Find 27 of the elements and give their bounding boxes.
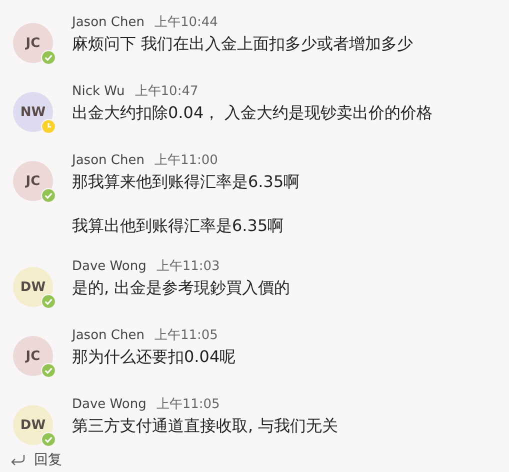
sender-name: Dave Wong: [72, 258, 146, 274]
message-time: 上午11:03: [156, 258, 220, 275]
message-text: 那为什么还要扣0.04呢: [72, 346, 236, 368]
avatar-initials: NW: [20, 104, 46, 120]
avatar-initials: DW: [20, 418, 46, 432]
avatar-initials: DW: [20, 280, 46, 294]
sender-name: Jason Chen: [72, 152, 144, 168]
sender-name: Jason Chen: [72, 14, 144, 30]
message-time: 上午10:44: [154, 14, 218, 31]
avatar-initials: JC: [26, 36, 40, 50]
message-time: 上午11:05: [156, 396, 220, 413]
message-text: 是的, 出金是参考現鈔買入價的: [72, 277, 290, 299]
avatar-initials: JC: [26, 174, 40, 188]
message-text: 第三方支付通道直接收取, 与我们无关: [72, 415, 338, 437]
message-text: 我算出他到账得汇率是6.35啊: [72, 215, 285, 237]
message-time: 上午11:05: [154, 327, 218, 344]
reply-button[interactable]: 回复: [10, 451, 62, 469]
message-text: 出金大约扣除0.04， 入金大约是现钞卖出价的价格: [72, 102, 433, 124]
sender-name: Dave Wong: [72, 396, 146, 412]
sender-name: Jason Chen: [72, 328, 144, 342]
message-time: 上午11:00: [154, 152, 218, 169]
message-text: 麻烦问下 我们在出入金上面扣多少或者增加多少: [72, 33, 414, 55]
reply-arrow-icon: [10, 454, 26, 466]
message-time: 上午10:47: [134, 83, 198, 100]
sender-name: Nick Wu: [72, 84, 125, 98]
avatar-initials: JC: [26, 348, 40, 364]
message-text: 那我算来他到账得汇率是6.35啊: [72, 171, 300, 193]
